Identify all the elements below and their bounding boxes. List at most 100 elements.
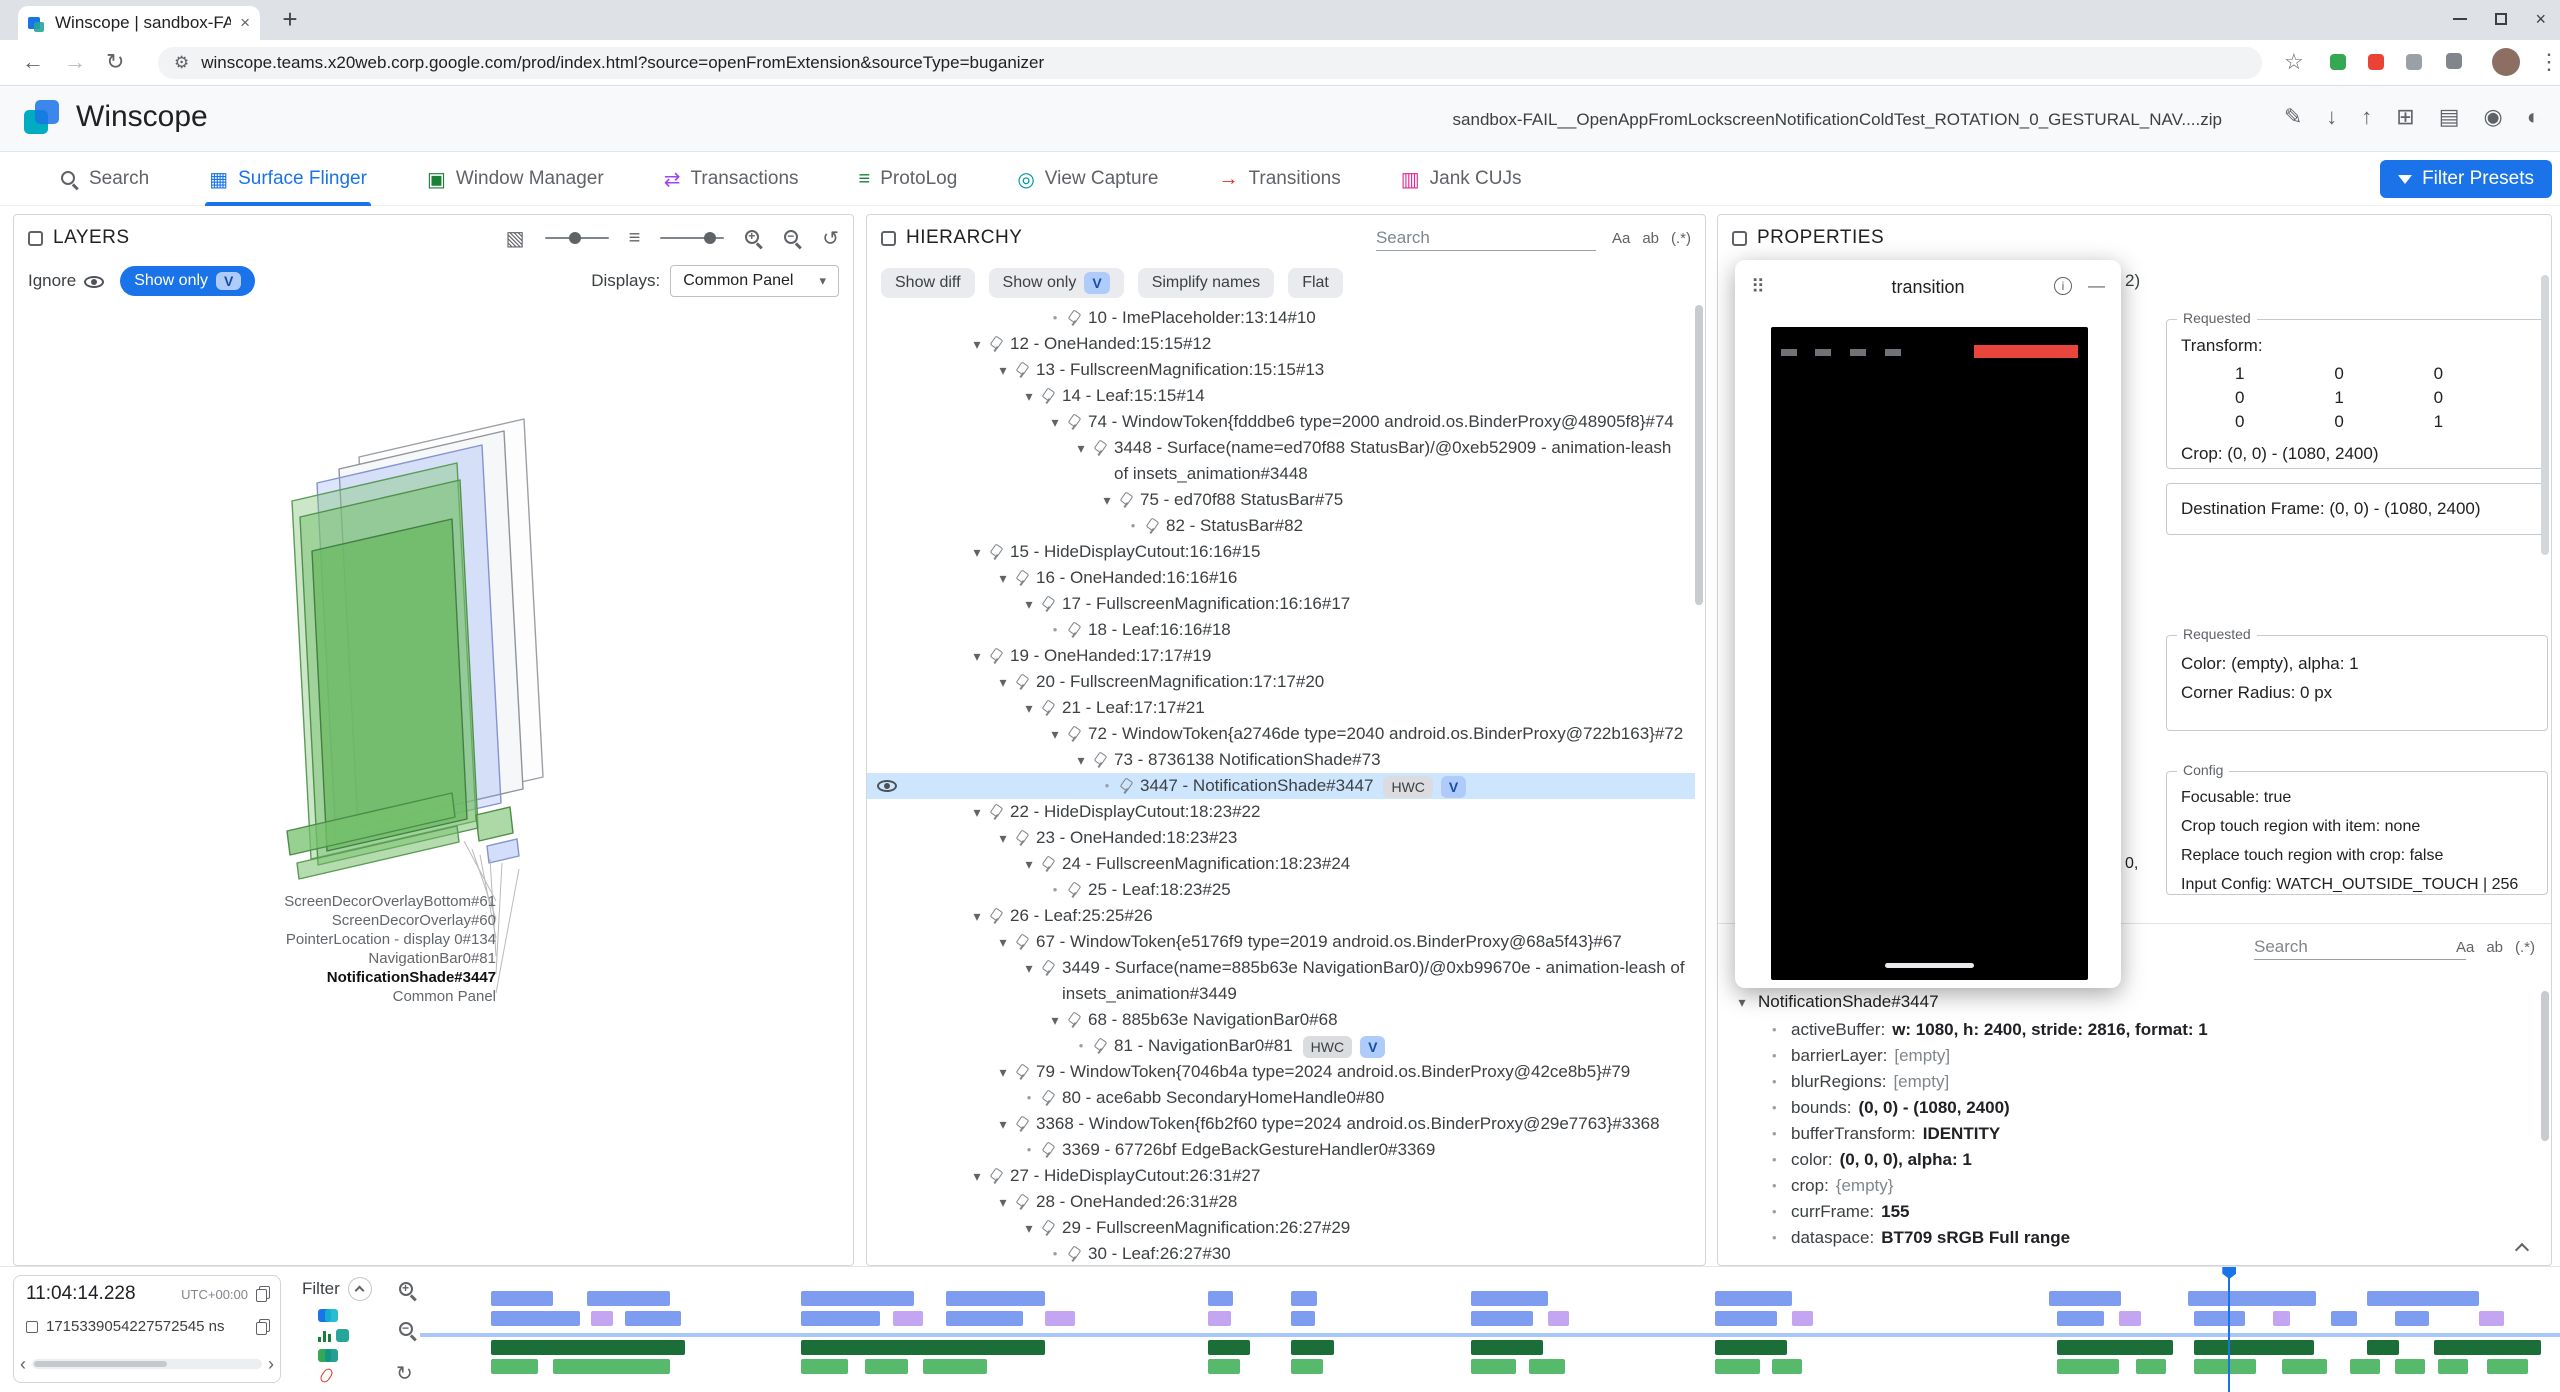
trace-segment[interactable]: [1208, 1359, 1240, 1374]
properties-scrollbar[interactable]: [2541, 275, 2549, 555]
pin-icon[interactable]: [1015, 570, 1030, 586]
trace-segment[interactable]: [2057, 1311, 2104, 1326]
trace-segment[interactable]: [801, 1340, 1045, 1355]
pin-icon[interactable]: [989, 336, 1004, 352]
pin-icon[interactable]: [1119, 778, 1134, 794]
filter-presets-button[interactable]: Filter Presets: [2380, 160, 2552, 198]
expand-toggle-icon[interactable]: ▾: [1097, 487, 1117, 513]
extension-icon[interactable]: [2406, 54, 2422, 70]
trace-segment[interactable]: [2119, 1311, 2140, 1326]
report-bug-icon[interactable]: ◉: [2484, 104, 2503, 130]
trace-segment[interactable]: [1208, 1340, 1251, 1355]
trace-segment[interactable]: [1715, 1359, 1760, 1374]
pin-icon[interactable]: [1015, 934, 1030, 950]
trace-segment[interactable]: [2438, 1359, 2468, 1374]
scroll-left-icon[interactable]: ‹: [20, 1354, 26, 1375]
hierarchy-node[interactable]: ▾23 - OneHanded:18:23#23: [867, 825, 1695, 851]
pin-icon[interactable]: [1067, 310, 1082, 326]
extension-icon[interactable]: [2368, 54, 2384, 70]
expand-toggle-icon[interactable]: ▾: [1019, 851, 1039, 877]
expand-toggle[interactable]: ▾: [1734, 994, 1750, 1011]
download-icon[interactable]: ↓: [2326, 104, 2337, 130]
search-option-icon[interactable]: ab: [1642, 230, 1659, 247]
expand-toggle-icon[interactable]: ▾: [1019, 591, 1039, 617]
expand-toggle-icon[interactable]: ▾: [993, 1111, 1013, 1137]
dark-mode-icon[interactable]: ◐: [2527, 104, 2540, 130]
trace-segment[interactable]: [1715, 1291, 1792, 1306]
extension-icon[interactable]: [2330, 54, 2346, 70]
pin-icon[interactable]: [1015, 362, 1030, 378]
rotation-slider[interactable]: [545, 237, 609, 239]
window-close-icon[interactable]: ×: [2535, 10, 2546, 28]
documentation-icon[interactable]: ▤: [2439, 104, 2460, 130]
layers-3d-canvas[interactable]: ScreenDecorOverlayBottom#61ScreenDecorOv…: [14, 301, 853, 1265]
timeline-cursor[interactable]: [2228, 1267, 2230, 1392]
zoom-in-icon[interactable]: +: [744, 229, 763, 248]
pin-icon[interactable]: [1041, 596, 1056, 612]
expand-toggle-icon[interactable]: ▾: [1019, 1215, 1039, 1241]
expand-toggle-icon[interactable]: ▾: [1019, 695, 1039, 721]
hierarchy-node[interactable]: ▾73 - 8736138 NotificationShade#73: [867, 747, 1695, 773]
property-node[interactable]: •activeBuffer:w: 1080, h: 2400, stride: …: [1718, 1017, 2541, 1043]
trace-segment[interactable]: [491, 1340, 686, 1355]
trace-segment[interactable]: [2194, 1340, 2314, 1355]
zoom-out-icon[interactable]: −: [783, 229, 802, 248]
property-node[interactable]: •currFrame:155: [1718, 1199, 2541, 1225]
trace-segment[interactable]: [1045, 1311, 1075, 1326]
pin-icon[interactable]: [1067, 414, 1082, 430]
trace-segment[interactable]: [553, 1359, 671, 1374]
pin-icon[interactable]: [989, 648, 1004, 664]
trace-segment[interactable]: [1291, 1291, 1317, 1306]
hierarchy-node[interactable]: ▾20 - FullscreenMagnification:17:17#20: [867, 669, 1695, 695]
collapse-filter-icon[interactable]: [348, 1277, 372, 1301]
new-tab-button[interactable]: +: [274, 4, 306, 36]
expand-toggle-icon[interactable]: ▾: [1019, 955, 1039, 981]
timeline-filter-button[interactable]: Filter: [302, 1277, 372, 1301]
pin-icon[interactable]: [1093, 1038, 1108, 1054]
pin-icon[interactable]: [1067, 1012, 1082, 1028]
property-node[interactable]: •color:(0, 0, 0), alpha: 1: [1718, 1147, 2541, 1173]
pin-icon[interactable]: [1041, 1220, 1056, 1236]
expand-toggle-icon[interactable]: ▾: [967, 331, 987, 357]
trace-segment[interactable]: [1471, 1291, 1548, 1306]
trace-segment[interactable]: [946, 1291, 1044, 1306]
timeline-zoom-out-icon[interactable]: −: [398, 1321, 417, 1340]
hierarchy-node[interactable]: ▾28 - OneHanded:26:31#28: [867, 1189, 1695, 1215]
tab-window-manager[interactable]: ▣Window Manager: [423, 152, 608, 206]
pin-icon[interactable]: [1093, 752, 1108, 768]
pin-icon[interactable]: [1041, 1090, 1056, 1106]
url-field[interactable]: ⚙ winscope.teams.x20web.corp.google.com/…: [158, 47, 2262, 79]
layer-label[interactable]: Common Panel: [14, 987, 496, 1006]
expand-toggle-icon[interactable]: ▾: [993, 1189, 1013, 1215]
hierarchy-node[interactable]: •80 - ace6abb SecondaryHomeHandle0#80: [867, 1085, 1695, 1111]
expand-toggle-icon[interactable]: ▾: [993, 929, 1013, 955]
tab-jank-cujs[interactable]: ▥Jank CUJs: [1397, 152, 1526, 206]
search-option-icon[interactable]: (.*): [2515, 939, 2535, 956]
back-icon[interactable]: ←: [22, 49, 44, 75]
timeline-scrollbar[interactable]: [32, 1359, 262, 1369]
expand-toggle-icon[interactable]: ▾: [993, 825, 1013, 851]
reset-view-icon[interactable]: ↺: [822, 226, 839, 251]
hierarchy-node[interactable]: ▾74 - WindowToken{fdddbe6 type=2000 andr…: [867, 409, 1695, 435]
trace-segment[interactable]: [2049, 1291, 2122, 1306]
hierarchy-node[interactable]: •82 - StatusBar#82: [867, 513, 1695, 539]
tab-protolog[interactable]: ≡ProtoLog: [855, 152, 962, 206]
tab-view-capture[interactable]: ◎View Capture: [1013, 152, 1162, 206]
expand-toggle-icon[interactable]: ▾: [1019, 383, 1039, 409]
trace-segment[interactable]: [1529, 1359, 1565, 1374]
flat-button[interactable]: Flat: [1288, 268, 1343, 298]
browser-menu-icon[interactable]: ⋮: [2538, 49, 2560, 75]
trace-segment[interactable]: [2350, 1359, 2380, 1374]
pin-icon[interactable]: [1015, 1194, 1030, 1210]
expand-toggle-icon[interactable]: ▾: [1045, 409, 1065, 435]
minimize-icon[interactable]: —: [2088, 276, 2105, 296]
expand-toggle-icon[interactable]: ▾: [993, 357, 1013, 383]
forward-icon[interactable]: →: [64, 49, 86, 75]
trace-segment[interactable]: [2057, 1359, 2119, 1374]
expand-panel-icon[interactable]: [881, 231, 896, 246]
expand-toggle-icon[interactable]: ▾: [1071, 747, 1091, 773]
trace-segment[interactable]: [2194, 1311, 2245, 1326]
show-only-button[interactable]: Show only V: [989, 268, 1124, 298]
pin-icon[interactable]: [989, 1168, 1004, 1184]
reload-icon[interactable]: ↻: [106, 49, 124, 75]
